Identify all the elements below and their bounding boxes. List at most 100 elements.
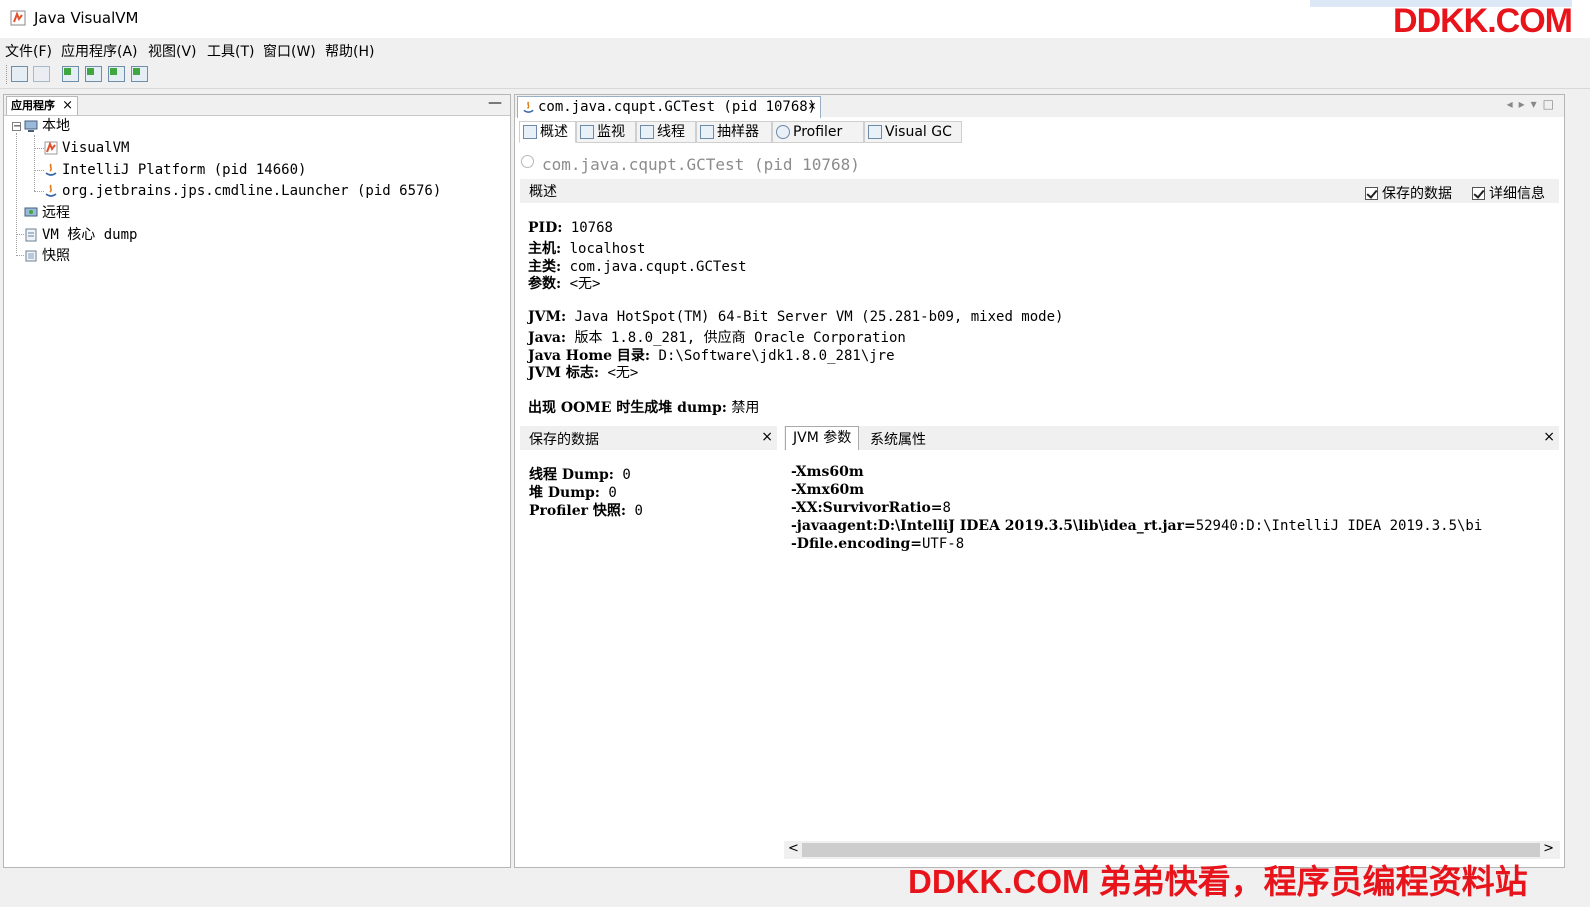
tree-node-launcher[interactable]: org.jetbrains.jps.cmdline.Launcher (pid … [44,181,441,201]
info-oome-heap-dump: 出现 OOME 时生成堆 dump: 禁用 [528,397,759,417]
jvm-details-header: JVM 参数 系统属性 × [784,426,1559,450]
tab-sampler-label: 抽样器 [717,124,759,140]
tree-node-label: VM 核心 dump [42,227,138,243]
jvm-argument: -Xmx60m [791,482,864,498]
load-icon[interactable] [11,66,28,82]
jvm-argument: -Xms60m [791,464,864,480]
scroll-left-icon[interactable]: < [788,841,799,856]
snapshot-icon [25,250,37,262]
info-label: PID: [528,220,563,236]
tab-navigation-icons[interactable]: ◂▸▾□ [1507,97,1560,111]
save-icon[interactable] [33,66,50,82]
process-status-indicator [521,155,534,168]
computer-icon [24,120,38,132]
minimize-icon[interactable]: — [488,95,502,111]
toolbar-grip [6,65,9,84]
jvm-argument-key: -javaagent:D:\IntelliJ IDEA 2019.3.5\lib… [791,518,1196,534]
info-value: <无> [561,276,601,292]
tree-node-label: IntelliJ Platform (pid 14660) [62,162,307,178]
tab-profiler[interactable]: Profiler [772,121,864,143]
info-value: 10768 [562,220,613,236]
process-title: com.java.cqupt.GCTest (pid 10768) [542,155,860,174]
tree-node-remote[interactable]: 远程 [24,203,70,223]
overview-section-label: 概述 [529,184,557,200]
jvm-argument: -javaagent:D:\IntelliJ IDEA 2019.3.5\lib… [791,518,1559,534]
jvm-argument: -XX:SurvivorRatio=8 [791,500,951,516]
tree-guide-line [34,148,44,149]
tab-monitor-label: 监视 [597,124,625,140]
checkbox-checked-icon [1365,187,1378,200]
menu-tools[interactable]: 工具(T) [207,41,254,61]
details-checkbox[interactable]: 详细信息 [1472,183,1545,203]
tree-node-label: VisualVM [62,140,130,156]
tree-node-label: 本地 [42,118,70,134]
saved-data-checkbox[interactable]: 保存的数据 [1365,183,1452,203]
tree-node-visualvm[interactable]: VisualVM [44,138,129,158]
tree-node-intellij[interactable]: IntelliJ Platform (pid 14660) [44,160,306,180]
tab-overview[interactable]: 概述 [519,121,576,143]
close-icon[interactable]: × [1543,429,1555,445]
info-host: 主机: localhost [528,238,645,258]
process-name: com.java.cqupt.GCTest [542,155,745,174]
visualvm-icon [44,141,58,155]
info-label: 出现 OOME 时生成堆 dump: [528,400,727,416]
threads-icon [640,125,654,139]
info-value: 禁用 [726,400,760,416]
add-jmx-connection-icon[interactable] [62,66,79,82]
info-label: JVM: [528,309,567,325]
tree-node-snapshots[interactable]: 快照 [24,246,70,266]
applications-tab-bar: 应用程序 × — [4,95,510,116]
scroll-right-icon[interactable]: > [1543,841,1554,856]
application-view-panel: com.java.cqupt.GCTest (pid 10768) × ◂▸▾□… [514,94,1565,868]
collapse-icon[interactable]: − [12,122,21,132]
jvm-argument-value: UTF-8 [921,536,965,552]
process-pid: (pid 10768) [753,155,860,174]
tab-monitor[interactable]: 监视 [576,121,636,143]
close-icon[interactable]: × [62,97,73,115]
jvm-argument-key: -Dfile.encoding= [791,536,922,552]
tab-system-properties[interactable]: 系统属性 [870,429,926,449]
jvm-argument-value: 52940:D:\IntelliJ IDEA 2019.3.5\bi [1195,518,1483,534]
add-snapshot-icon[interactable] [131,66,148,82]
tab-visual-gc[interactable]: Visual GC [864,121,962,143]
checkbox-checked-icon [1472,187,1485,200]
tree-guide-line [34,191,44,192]
add-vm-coredump-icon[interactable] [108,66,125,82]
tree-node-coredump[interactable]: VM 核心 dump [24,225,137,245]
tree-guide-line [16,234,24,235]
info-label: 主机: [528,241,562,257]
overview-section-header: 概述 保存的数据 详细信息 [520,179,1559,203]
tab-applications[interactable]: 应用程序 × [6,96,78,115]
close-icon[interactable]: × [761,429,773,445]
menu-bar: 文件(F) 应用程序(A) 视图(V) 工具(T) 窗口(W) 帮助(H) [0,38,1590,62]
document-tab-bar: com.java.cqupt.GCTest (pid 10768) × ◂▸▾□ [515,95,1564,118]
info-label: JVM 标志: [528,365,600,381]
tree-node-local[interactable]: 本地 [24,116,70,136]
menu-applications[interactable]: 应用程序(A) [61,41,138,61]
info-arguments: 参数: <无> [528,273,600,293]
jvm-argument-key: -XX:SurvivorRatio= [791,500,943,516]
info-jvm: JVM: Java HotSpot(TM) 64-Bit Server VM (… [528,309,1063,325]
tree-guide-line [16,255,24,256]
java-app-icon [523,101,534,113]
menu-view[interactable]: 视图(V) [148,41,197,61]
tab-sampler[interactable]: 抽样器 [696,121,772,143]
jvm-argument-value: 8 [942,500,951,516]
jvm-argument: -Dfile.encoding=UTF-8 [791,536,964,552]
close-icon[interactable]: × [808,97,816,117]
tab-threads[interactable]: 线程 [636,121,696,143]
add-remote-host-icon[interactable] [85,66,102,82]
menu-window[interactable]: 窗口(W) [263,41,316,61]
tree-node-label: 远程 [42,205,70,221]
profiler-icon [776,125,790,139]
tree-guide-line [34,135,35,191]
menu-help[interactable]: 帮助(H) [325,41,374,61]
visualvm-app-icon [10,10,26,26]
saved-thread-dumps: 线程 Dump: 0 [529,464,631,484]
tab-gctest-label: com.java.cqupt.GCTest (pid 10768) [538,99,817,115]
tab-jvm-arguments[interactable]: JVM 参数 [785,426,859,450]
tab-gctest-process[interactable]: com.java.cqupt.GCTest (pid 10768) × [517,96,821,118]
jvm-argument-key: -Xmx60m [791,482,865,498]
menu-file[interactable]: 文件(F) [5,41,52,61]
window-title: Java VisualVM [34,9,139,27]
